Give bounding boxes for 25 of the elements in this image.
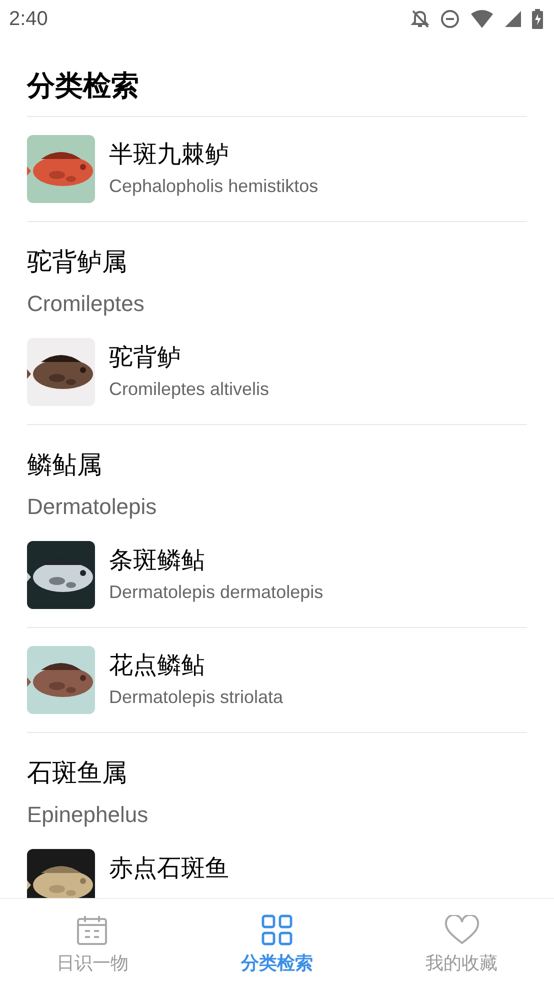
signal-icon bbox=[504, 10, 522, 28]
bell-off-icon bbox=[410, 9, 430, 29]
genus-latin-name: Epinephelus bbox=[27, 801, 150, 829]
species-latin-name: Dermatolepis dermatolepis bbox=[109, 581, 324, 604]
species-name[interactable]: 赤点石斑鱼 bbox=[109, 854, 229, 884]
wifi-icon bbox=[470, 9, 494, 29]
battery-icon bbox=[532, 9, 543, 29]
do-not-disturb-icon bbox=[440, 9, 460, 29]
species-latin-name: Cephalopholis hemistiktos bbox=[109, 175, 318, 198]
species-latin-name: Dermatolepis striolata bbox=[109, 686, 284, 709]
calendar-icon bbox=[76, 914, 108, 946]
genus-name: 石斑鱼属 bbox=[27, 758, 128, 789]
species-latin-name: Cromileptes altivelis bbox=[109, 378, 270, 401]
genus-latin-name: Cromileptes bbox=[27, 290, 146, 318]
page-title: 分类检索 bbox=[27, 69, 140, 103]
species-name[interactable]: 花点鳞鲇 bbox=[109, 651, 284, 681]
species-name[interactable]: 条斑鳞鲇 bbox=[109, 546, 324, 576]
species-name[interactable]: 半斑九棘鲈 bbox=[109, 140, 318, 170]
status-time: 2:40 bbox=[9, 7, 48, 32]
genus-name: 鳞鲇属 bbox=[27, 450, 103, 481]
heart-icon bbox=[444, 915, 479, 945]
genus-latin-name: Dermatolepis bbox=[27, 493, 158, 521]
genus-name: 驼背鲈属 bbox=[27, 247, 128, 278]
species-name[interactable]: 驼背鲈 bbox=[109, 343, 270, 373]
grid-icon bbox=[260, 914, 293, 946]
